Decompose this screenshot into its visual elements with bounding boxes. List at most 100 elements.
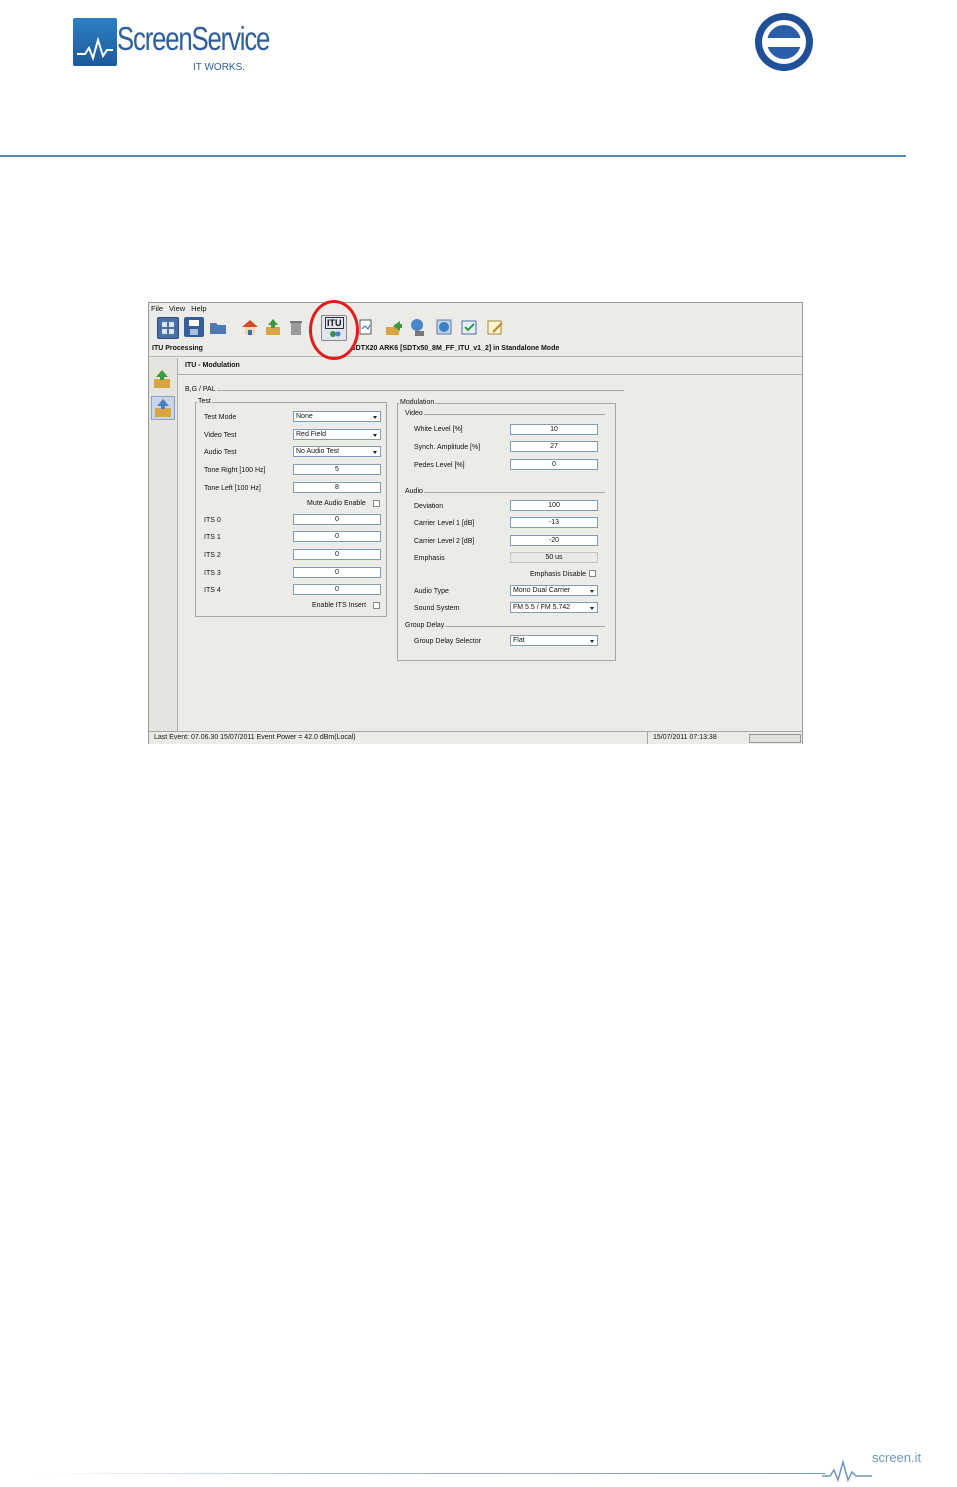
audio-group-title: Audio — [404, 488, 424, 495]
synch-amplitude-field[interactable]: 27 — [510, 441, 598, 452]
deviation-label: Deviation — [414, 503, 444, 510]
synch-amplitude-label: Synch. Amplitude [%] — [414, 444, 481, 451]
carrier-level-2-field[interactable]: -20 — [510, 535, 598, 546]
toolbar: ITU — [151, 315, 601, 343]
menu-file[interactable]: File — [151, 304, 163, 313]
its-2-field[interactable]: 0 — [293, 549, 381, 560]
its-0-field[interactable]: 0 — [293, 514, 381, 525]
sidebar-itu-modulation-icon[interactable] — [151, 396, 175, 420]
toolbar-divider — [149, 356, 802, 357]
chevron-down-icon — [590, 607, 594, 610]
standard-group-line — [186, 390, 624, 391]
deviation-field[interactable]: 100 — [510, 500, 598, 511]
audio-test-select[interactable]: No Audio Test — [293, 446, 381, 457]
highlight-circle — [309, 300, 359, 360]
logo-tagline: IT WORKS. — [193, 62, 246, 73]
last-event-text: Last Event: 07.06.30 15/07/2011 Event Po… — [154, 734, 356, 741]
sound-system-label: Sound System — [414, 605, 460, 612]
save-icon[interactable] — [184, 317, 204, 337]
sidebar — [149, 358, 178, 732]
its-2-label: ITS 2 — [204, 552, 221, 559]
chevron-down-icon — [590, 590, 594, 593]
header-divider — [0, 155, 906, 157]
its-1-field[interactable]: 0 — [293, 531, 381, 542]
its-3-label: ITS 3 — [204, 570, 221, 577]
status-timestamp-cell: 15/07/2011 07:13:38 — [647, 732, 748, 744]
test-mode-label: Test Mode — [204, 414, 237, 421]
status-timestamp: 15/07/2011 07:13:38 — [653, 734, 717, 741]
standard-group-title: B,G / PAL — [184, 386, 217, 393]
processing-label: ITU Processing — [152, 345, 203, 352]
chevron-down-icon — [373, 451, 377, 454]
mute-audio-checkbox[interactable] — [373, 500, 380, 507]
its-0-label: ITS 0 — [204, 517, 221, 524]
modulation-group-title: Modulation — [399, 399, 436, 406]
carrier-level-2-label: Carrier Level 2 [dB] — [414, 538, 475, 545]
home-icon[interactable] — [240, 317, 260, 337]
sidebar-box-up-icon[interactable] — [151, 368, 173, 390]
screenservice-logo: ScreenService IT WORKS. — [73, 18, 270, 76]
device-grid-icon[interactable] — [157, 317, 179, 339]
audio-type-label: Audio Type — [414, 588, 449, 595]
emphasis-label: Emphasis — [414, 555, 445, 562]
device-mode-label: SDTX20 ARK6 [SDTx50_8M_FF_ITU_v1_2] in S… — [351, 345, 560, 352]
menu-help[interactable]: Help — [191, 304, 206, 313]
audio-type-select[interactable]: Mono Dual Carrier — [510, 585, 598, 596]
status-progress-bar — [749, 734, 801, 743]
mute-audio-label: Mute Audio Enable — [307, 500, 366, 507]
checklist-icon[interactable] — [459, 317, 479, 337]
export-icon[interactable] — [383, 317, 403, 337]
box-up-icon[interactable] — [263, 317, 283, 337]
iqnet-certified-seal — [755, 13, 813, 71]
white-level-label: White Level [%] — [414, 426, 463, 433]
tone-right-field[interactable]: 5 — [293, 464, 381, 475]
chevron-down-icon — [373, 416, 377, 419]
video-group-title: Video — [404, 410, 424, 417]
app-window: File View Help ITU ITU Processing SDTX20… — [148, 302, 803, 744]
panel-header: ITU - Modulation — [178, 358, 802, 375]
tone-left-field[interactable]: 8 — [293, 482, 381, 493]
audio-group-line — [405, 492, 605, 493]
open-folder-icon[interactable] — [208, 317, 228, 337]
video-test-select[interactable]: Red Field — [293, 429, 381, 440]
logo-name: ScreenService — [117, 20, 270, 57]
carrier-level-1-label: Carrier Level 1 [dB] — [414, 520, 475, 527]
menu-bar: File View Help — [151, 304, 211, 314]
menu-view[interactable]: View — [169, 304, 185, 313]
enable-its-label: Enable ITS Insert — [312, 602, 367, 609]
test-group-title: Test — [197, 398, 212, 405]
test-mode-select[interactable]: None — [293, 411, 381, 422]
white-level-field[interactable]: 10 — [510, 424, 598, 435]
footer-site: screen.it — [872, 1450, 922, 1465]
footer-line — [35, 1473, 825, 1474]
tone-right-label: Tone Right [100 Hz] — [204, 467, 266, 474]
status-bar: Last Event: 07.06.30 15/07/2011 Event Po… — [149, 731, 802, 744]
its-1-label: ITS 1 — [204, 534, 221, 541]
chevron-down-icon — [373, 434, 377, 437]
sound-system-select[interactable]: FM 5.5 / FM 5.742 — [510, 602, 598, 613]
emphasis-disable-label: Emphasis Disable — [530, 571, 587, 578]
tone-left-label: Tone Left [100 Hz] — [204, 485, 261, 492]
group-delay-title: Group Delay — [404, 622, 446, 629]
pedes-level-field[interactable]: 0 — [510, 459, 598, 470]
pedes-level-label: Pedes Level [%] — [414, 462, 465, 469]
its-4-field[interactable]: 0 — [293, 584, 381, 595]
emphasis-disable-checkbox[interactable] — [589, 570, 596, 577]
enable-its-checkbox[interactable] — [373, 602, 380, 609]
panel-title: ITU - Modulation — [185, 362, 240, 369]
its-4-label: ITS 4 — [204, 587, 221, 594]
network-icon[interactable] — [408, 317, 428, 337]
carrier-level-1-field[interactable]: -13 — [510, 517, 598, 528]
globe-icon[interactable] — [434, 317, 454, 337]
audio-test-label: Audio Test — [204, 449, 237, 456]
its-3-field[interactable]: 0 — [293, 567, 381, 578]
chevron-down-icon — [590, 640, 594, 643]
video-test-label: Video Test — [204, 432, 237, 439]
trash-icon[interactable] — [286, 317, 306, 337]
footer-wave-icon — [822, 1459, 872, 1483]
notes-icon[interactable] — [485, 317, 505, 337]
report-icon[interactable] — [356, 317, 376, 337]
video-group-line — [405, 414, 605, 415]
group-delay-selector[interactable]: Flat — [510, 635, 598, 646]
emphasis-field: 50 us — [510, 552, 598, 563]
